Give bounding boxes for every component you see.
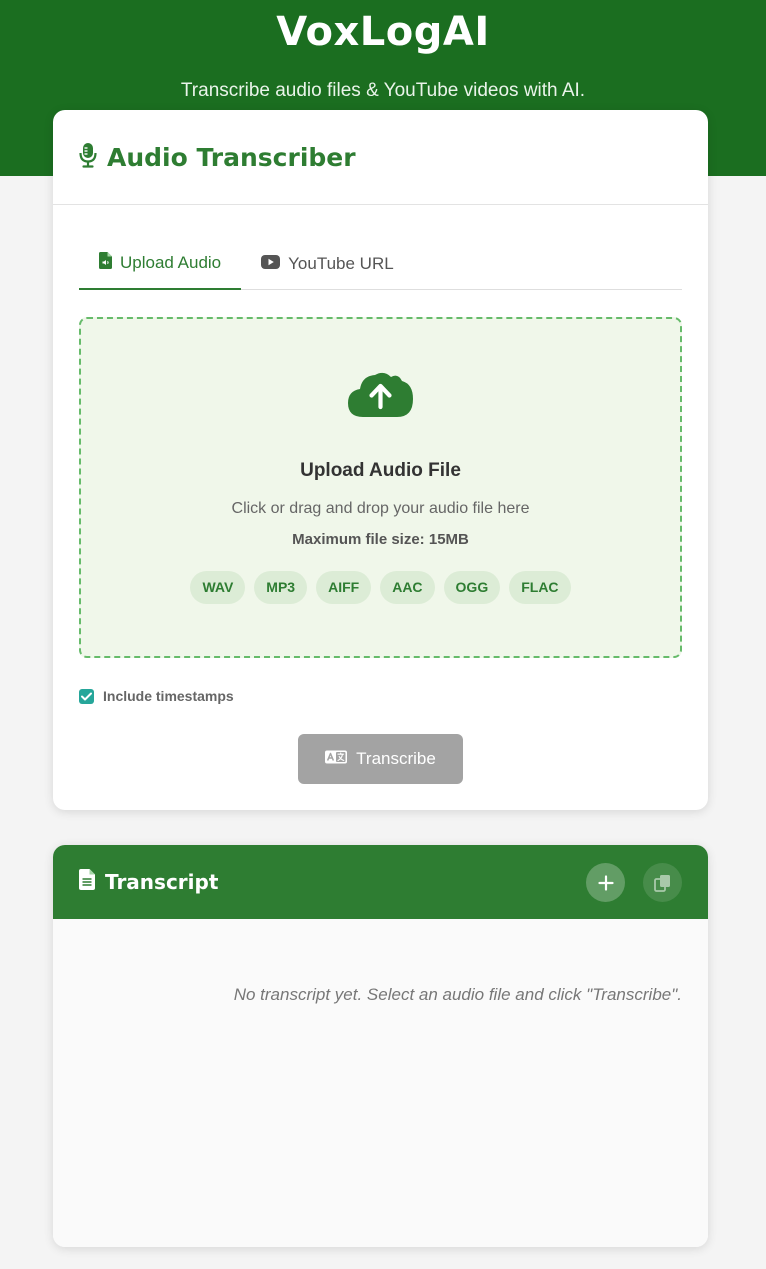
tab-youtube-url[interactable]: YouTube URL	[241, 238, 414, 289]
copy-icon	[653, 874, 670, 892]
youtube-icon	[261, 254, 281, 274]
tab-upload-audio[interactable]: Upload Audio	[79, 238, 242, 290]
transcript-body: No transcript yet. Select an audio file …	[53, 919, 708, 1247]
dropzone-title: Upload Audio File	[300, 460, 461, 481]
format-chip: WAV	[190, 571, 246, 604]
cloud-upload-icon	[347, 369, 414, 423]
dropzone-instructions: Click or drag and drop your audio file h…	[231, 500, 530, 517]
transcriber-card-header: Audio Transcriber	[53, 110, 708, 205]
transcriber-title: Audio Transcriber	[107, 142, 356, 172]
transcribe-button-label: Transcribe	[356, 749, 436, 768]
file-text-icon	[79, 869, 95, 895]
format-list: WAV MP3 AIFF AAC OGG FLAC	[81, 571, 680, 604]
app-subtitle: Transcribe audio files & YouTube videos …	[180, 80, 586, 101]
app-title: VoxLogAI	[276, 9, 490, 55]
timestamps-checkbox[interactable]	[79, 688, 94, 704]
tab-youtube-url-label: YouTube URL	[288, 253, 394, 273]
transcript-title: Transcript	[105, 870, 219, 894]
language-icon	[325, 749, 348, 769]
transcript-header: Transcript	[53, 845, 708, 919]
check-icon	[81, 692, 92, 700]
transcriber-card: Audio Transcriber Upload Audio YouTube U…	[53, 110, 708, 810]
format-chip: AIFF	[316, 571, 372, 604]
timestamps-option[interactable]: Include timestamps	[79, 687, 234, 705]
new-transcript-button[interactable]	[586, 863, 625, 902]
timestamps-label: Include timestamps	[103, 688, 234, 704]
file-audio-icon	[99, 252, 112, 274]
transcript-card: Transcript No transcript yet. Select an …	[53, 845, 708, 1247]
transcript-empty-message: No transcript yet. Select an audio file …	[233, 985, 682, 1004]
format-chip: FLAC	[509, 571, 571, 604]
format-chip: MP3	[254, 571, 308, 604]
microphone-icon	[79, 142, 97, 173]
tab-upload-audio-label: Upload Audio	[120, 253, 222, 272]
format-chip: OGG	[443, 571, 501, 604]
audio-dropzone[interactable]: Upload Audio File Click or drag and drop…	[79, 317, 682, 658]
dropzone-max-size: Maximum file size: 15MB	[292, 531, 469, 548]
copy-transcript-button[interactable]	[643, 863, 682, 902]
transcribe-button[interactable]: Transcribe	[298, 734, 463, 784]
source-tabs: Upload Audio YouTube URL	[79, 238, 682, 290]
plus-icon	[597, 874, 614, 891]
format-chip: AAC	[380, 571, 435, 604]
